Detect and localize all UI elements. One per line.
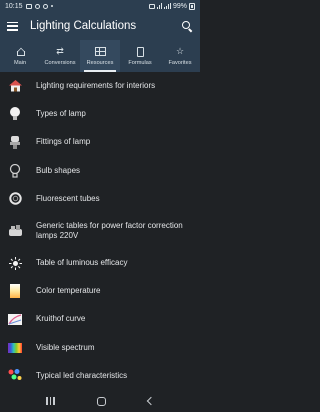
battery-percent: 99% — [172, 2, 187, 10]
home-icon — [14, 47, 26, 57]
instagram-icon — [42, 3, 48, 9]
menu-icon[interactable] — [7, 21, 18, 31]
lamp-icon — [8, 107, 22, 121]
tab-bar: Main ⇄ Conversions Resources Formulas ☆ … — [0, 40, 200, 72]
tab-resources[interactable]: Resources — [80, 40, 120, 72]
tab-formulas[interactable]: Formulas — [120, 40, 160, 72]
list-item-label: Table of luminous efficacy — [36, 258, 128, 268]
list-item[interactable]: Visible spectrum — [0, 334, 200, 362]
bulb-icon — [8, 163, 22, 178]
recents-button[interactable] — [46, 397, 55, 405]
led-icon — [8, 369, 22, 383]
list-item[interactable]: Color temperature — [0, 277, 200, 305]
list-item[interactable]: Generic tables for power factor correcti… — [0, 213, 200, 249]
tab-formulas-label: Formulas — [128, 59, 152, 66]
swap-icon: ⇄ — [56, 46, 64, 56]
list-item-label: Typical led characteristics — [36, 370, 128, 380]
system-nav-bar — [0, 390, 200, 412]
wifi-icon — [156, 3, 162, 9]
list-item-label: Visible spectrum — [36, 342, 95, 352]
list-item[interactable]: Types of lamp — [0, 100, 200, 128]
gallery-icon — [25, 3, 32, 9]
color-temperature-icon — [8, 284, 22, 299]
list-item[interactable]: Bulb shapes — [0, 157, 200, 185]
list-item[interactable]: Kruithof curve — [0, 305, 200, 333]
tab-main[interactable]: Main — [0, 40, 40, 72]
list-item[interactable]: Fluorescent tubes — [0, 185, 200, 213]
tab-favorites-label: Favorites — [168, 59, 192, 66]
alarm-icon — [148, 3, 155, 9]
list-item-label: Fittings of lamp — [36, 137, 91, 147]
book-icon — [134, 46, 146, 57]
notification-icon — [34, 3, 40, 9]
list-item-label: Bulb shapes — [36, 165, 81, 175]
table-icon — [8, 224, 22, 238]
grid-icon — [94, 47, 106, 57]
list-item[interactable]: Table of luminous efficacy — [0, 249, 200, 277]
list-item-label: Color temperature — [36, 286, 101, 296]
sun-icon — [8, 256, 22, 270]
tube-icon — [8, 192, 22, 206]
tab-main-label: Main — [13, 59, 27, 66]
tab-conversions[interactable]: ⇄ Conversions — [40, 40, 80, 72]
battery-icon — [189, 2, 195, 10]
app-title: Lighting Calculations — [30, 20, 137, 32]
list-item-label: Generic tables for power factor correcti… — [36, 220, 183, 240]
star-icon: ☆ — [175, 46, 185, 56]
clock: 10:15 — [5, 2, 23, 10]
back-button[interactable] — [146, 396, 156, 406]
signal-icon — [163, 3, 171, 9]
tab-conversions-label: Conversions — [44, 59, 76, 66]
home-button[interactable] — [96, 396, 106, 406]
resource-list: Lighting requirements for interiors Type… — [0, 72, 200, 390]
tab-favorites[interactable]: ☆ Favorites — [160, 40, 200, 72]
spectrum-icon — [8, 341, 22, 355]
list-item-label: Kruithof curve — [36, 314, 86, 324]
fitting-icon — [8, 135, 22, 149]
search-icon[interactable] — [182, 20, 193, 32]
list-item-label: Types of lamp — [36, 109, 86, 119]
house-icon — [8, 79, 22, 93]
list-item-label: Lighting requirements for interiors — [36, 81, 156, 91]
tab-resources-label: Resources — [86, 59, 114, 66]
status-bar: 10:15 99% — [0, 0, 200, 12]
list-item[interactable]: Lighting requirements for interiors — [0, 72, 200, 100]
list-item[interactable]: Fittings of lamp — [0, 128, 200, 156]
more-notifications-icon — [50, 5, 53, 7]
list-item[interactable]: Typical led characteristics — [0, 362, 200, 390]
list-item-label: Fluorescent tubes — [36, 193, 100, 203]
app-bar: Lighting Calculations — [0, 12, 200, 40]
curve-icon — [8, 312, 22, 326]
